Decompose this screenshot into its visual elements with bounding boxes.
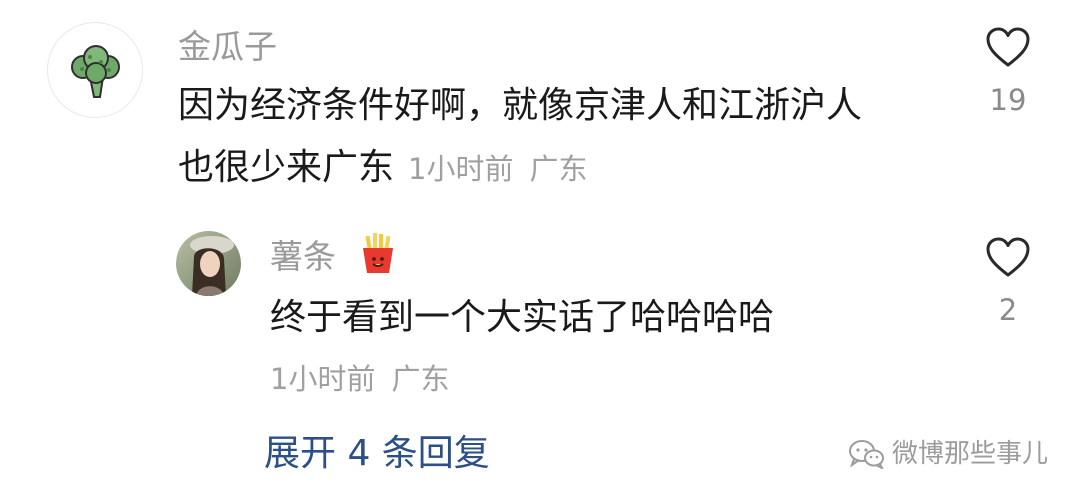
french-fries-icon (355, 230, 401, 280)
heart-outline-icon (986, 237, 1030, 277)
comment-like-button[interactable]: 19 (978, 26, 1038, 118)
watermark-text: 微博那些事儿 (891, 439, 1048, 469)
comment-time: 1小时前 (408, 152, 514, 186)
comment-username[interactable]: 金瓜子 (178, 27, 277, 67)
expand-replies-link[interactable]: 展开 4 条回复 (264, 431, 490, 477)
comment-text-line2-content: 也很少来广东 (178, 147, 395, 188)
reply-location: 广东 (391, 362, 450, 396)
wechat-icon (848, 440, 884, 469)
watermark: 微博那些事儿 (848, 436, 1048, 472)
reply-avatar[interactable] (176, 231, 241, 296)
comment-section: 金瓜子 因为经济条件好啊，就像京津人和江浙沪人 也很少来广东 1小时前 广东 19 … (0, 0, 1080, 503)
reply-username[interactable]: 薯条 (270, 237, 336, 277)
comment-location: 广东 (529, 152, 588, 186)
reply-like-button[interactable]: 2 (978, 236, 1038, 328)
comment-meta: 1小时前 广东 (408, 152, 587, 186)
comment-like-count: 19 (989, 83, 1027, 117)
comment-avatar[interactable] (47, 22, 143, 118)
heart-outline-icon (986, 27, 1030, 67)
user-photo-avatar (176, 231, 241, 296)
reply-text: 终于看到一个大实话了哈哈哈哈 (270, 297, 775, 338)
reply-like-count: 2 (998, 293, 1018, 327)
reply-meta: 1小时前 广东 (270, 361, 449, 397)
comment-text-line2: 也很少来广东 1小时前 广东 (178, 139, 587, 198)
broccoli-icon (71, 45, 120, 98)
reply-time: 1小时前 (270, 362, 376, 396)
comment-text-line1: 因为经济条件好啊，就像京津人和江浙沪人 (178, 85, 863, 126)
